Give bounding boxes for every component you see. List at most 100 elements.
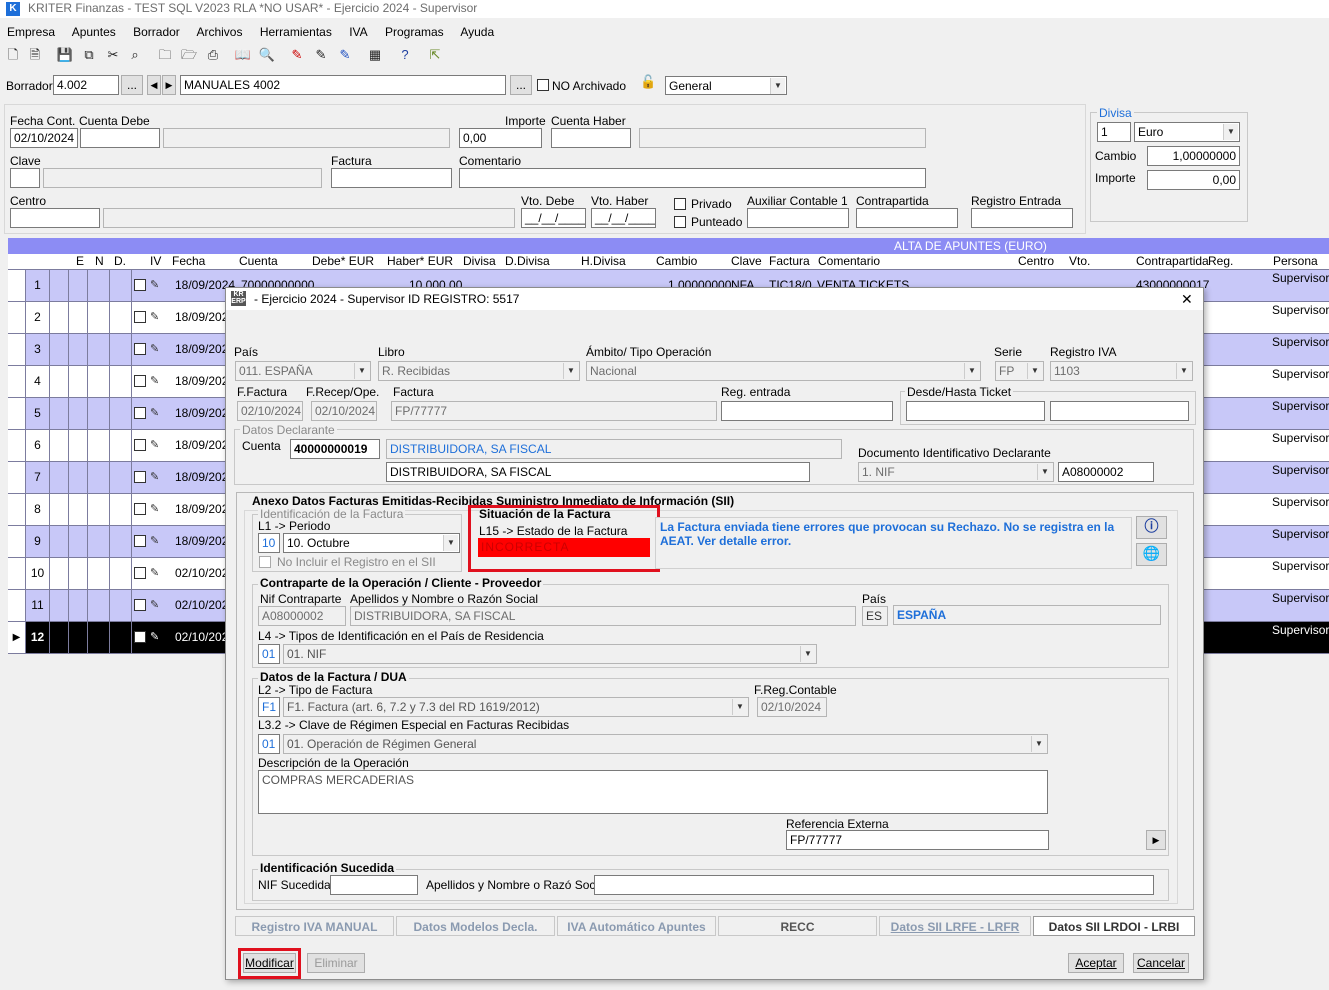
- find-replace-icon[interactable]: ⌕: [126, 46, 144, 64]
- tool-blue-icon[interactable]: ✎: [336, 46, 354, 64]
- col-clave[interactable]: Clave: [731, 254, 762, 268]
- registro-entrada-input[interactable]: [971, 208, 1073, 228]
- col-fecha[interactable]: Fecha: [172, 254, 205, 268]
- col-reg[interactable]: Reg.: [1208, 254, 1233, 268]
- row-indicator[interactable]: ▶: [8, 622, 26, 653]
- row-indicator[interactable]: [8, 302, 26, 333]
- vto-debe-input[interactable]: __/__/____: [521, 208, 586, 228]
- row-indicator[interactable]: [8, 590, 26, 621]
- serie-select[interactable]: FP ▼: [995, 361, 1044, 381]
- comentario-input[interactable]: [459, 168, 926, 188]
- col-cambio[interactable]: Cambio: [656, 254, 697, 268]
- col-centro[interactable]: Centro: [1018, 254, 1054, 268]
- menu-apuntes[interactable]: Apuntes: [72, 25, 116, 39]
- cut-icon[interactable]: ✂: [104, 46, 122, 64]
- row-checkbox[interactable]: [134, 407, 146, 419]
- menu-iva[interactable]: IVA: [349, 25, 367, 39]
- col-e[interactable]: E: [76, 254, 84, 268]
- fecha-cont-input[interactable]: 02/10/2024: [10, 128, 78, 148]
- menu-programas[interactable]: Programas: [385, 25, 444, 39]
- iva-edit-icon[interactable]: ✎: [150, 278, 159, 291]
- row-indicator[interactable]: [8, 526, 26, 557]
- calendar-icon[interactable]: ▦: [366, 46, 384, 64]
- menu-archivos[interactable]: Archivos: [196, 25, 242, 39]
- tool-edit-icon[interactable]: ✎: [312, 46, 330, 64]
- desde-ticket-input[interactable]: [906, 401, 1045, 421]
- row-indicator[interactable]: [8, 462, 26, 493]
- row-indicator[interactable]: [8, 366, 26, 397]
- ambito-select[interactable]: Nacional ▼: [586, 361, 981, 381]
- aceptar-button[interactable]: Aceptar: [1068, 953, 1124, 973]
- globe-icon[interactable]: 🌐: [1136, 543, 1167, 566]
- menu-ayuda[interactable]: Ayuda: [460, 25, 494, 39]
- col-haber[interactable]: Haber* EUR: [387, 254, 453, 268]
- libro-select[interactable]: R. Recibidas ▼: [378, 361, 580, 381]
- info-icon[interactable]: ⓘ: [1136, 516, 1167, 539]
- iva-edit-icon[interactable]: ✎: [150, 630, 159, 643]
- frecep-input[interactable]: 02/10/2024: [311, 401, 377, 421]
- divisa-code-input[interactable]: 1: [1097, 122, 1131, 142]
- divisa-importe-input[interactable]: 0,00: [1147, 170, 1240, 190]
- factura-input[interactable]: [331, 168, 452, 188]
- tab-registro-iva-manual[interactable]: Registro IVA MANUAL: [235, 916, 394, 936]
- l32-select[interactable]: 01. Operación de Régimen General ▼: [283, 734, 1048, 754]
- col-comentario[interactable]: Comentario: [818, 254, 880, 268]
- col-ddivisa[interactable]: D.Divisa: [505, 254, 550, 268]
- reg-entrada-input[interactable]: [721, 401, 893, 421]
- auxiliar-input[interactable]: [747, 208, 849, 228]
- iva-edit-icon[interactable]: ✎: [150, 502, 159, 515]
- divisa-select[interactable]: Euro ▼: [1134, 122, 1240, 142]
- lock-icon[interactable]: 🔓: [640, 74, 656, 90]
- row-checkbox[interactable]: [134, 631, 146, 643]
- iva-edit-icon[interactable]: ✎: [150, 310, 159, 323]
- iva-edit-icon[interactable]: ✎: [150, 438, 159, 451]
- row-checkbox[interactable]: [134, 567, 146, 579]
- row-checkbox[interactable]: [134, 311, 146, 323]
- tab-iva-automatico[interactable]: IVA Automático Apuntes: [557, 916, 716, 936]
- no-incluir-checkbox[interactable]: [259, 556, 271, 568]
- iva-edit-icon[interactable]: ✎: [150, 374, 159, 387]
- iva-edit-icon[interactable]: ✎: [150, 598, 159, 611]
- col-divisa[interactable]: Divisa: [463, 254, 496, 268]
- prev-arrow-icon[interactable]: ◀: [147, 75, 161, 95]
- cuenta-nombre-fiscal[interactable]: DISTRIBUIDORA, SA FISCAL: [386, 462, 810, 482]
- col-cuenta[interactable]: Cuenta: [239, 254, 278, 268]
- tab-datos-modelos[interactable]: Datos Modelos Decla.: [396, 916, 555, 936]
- freg-input[interactable]: 02/10/2024: [757, 697, 827, 717]
- l2-select[interactable]: F1. Factura (art. 6, 7.2 y 7.3 del RD 16…: [283, 697, 749, 717]
- book-icon[interactable]: 📖: [234, 46, 252, 64]
- row-indicator[interactable]: [8, 494, 26, 525]
- help-icon[interactable]: ?: [396, 46, 414, 64]
- factura-dlg-input[interactable]: FP/77777: [391, 401, 717, 421]
- iva-edit-icon[interactable]: ✎: [150, 566, 159, 579]
- no-archivado-checkbox[interactable]: [537, 79, 549, 91]
- descripcion-textarea[interactable]: COMPRAS MERCADERIAS: [258, 770, 1048, 814]
- referencia-arrow-icon[interactable]: ▶: [1146, 830, 1166, 850]
- pais2-code-input[interactable]: ES: [862, 606, 888, 626]
- col-persona[interactable]: Persona: [1273, 254, 1318, 268]
- cuenta-dlg-input[interactable]: 40000000019: [290, 439, 380, 459]
- save-icon[interactable]: 💾: [56, 46, 74, 64]
- registro-iva-select[interactable]: 1103 ▼: [1050, 361, 1193, 381]
- importe-input[interactable]: 0,00: [459, 128, 542, 148]
- cuenta-haber-input[interactable]: [551, 128, 631, 148]
- row-indicator[interactable]: [8, 430, 26, 461]
- row-checkbox[interactable]: [134, 535, 146, 547]
- print-icon[interactable]: ⎙: [204, 46, 222, 64]
- row-checkbox[interactable]: [134, 279, 146, 291]
- row-checkbox[interactable]: [134, 503, 146, 515]
- iva-edit-icon[interactable]: ✎: [150, 470, 159, 483]
- l2-code-input[interactable]: F1: [258, 697, 280, 717]
- close-icon[interactable]: ✕: [1181, 291, 1193, 308]
- row-indicator[interactable]: [8, 398, 26, 429]
- l4-code-input[interactable]: 01: [258, 644, 280, 664]
- iva-edit-icon[interactable]: ✎: [150, 534, 159, 547]
- borrador-input[interactable]: 4.002: [53, 75, 119, 95]
- clave-input[interactable]: [10, 168, 40, 188]
- nif-contraparte-input[interactable]: A08000002: [258, 606, 346, 626]
- apellidos-sucedida-input[interactable]: [594, 875, 1154, 895]
- pais-select[interactable]: 011. ESPAÑA ▼: [235, 361, 371, 381]
- tab-recc[interactable]: RECC: [718, 916, 877, 936]
- privado-checkbox[interactable]: [674, 198, 686, 210]
- contrapartida-input[interactable]: [856, 208, 958, 228]
